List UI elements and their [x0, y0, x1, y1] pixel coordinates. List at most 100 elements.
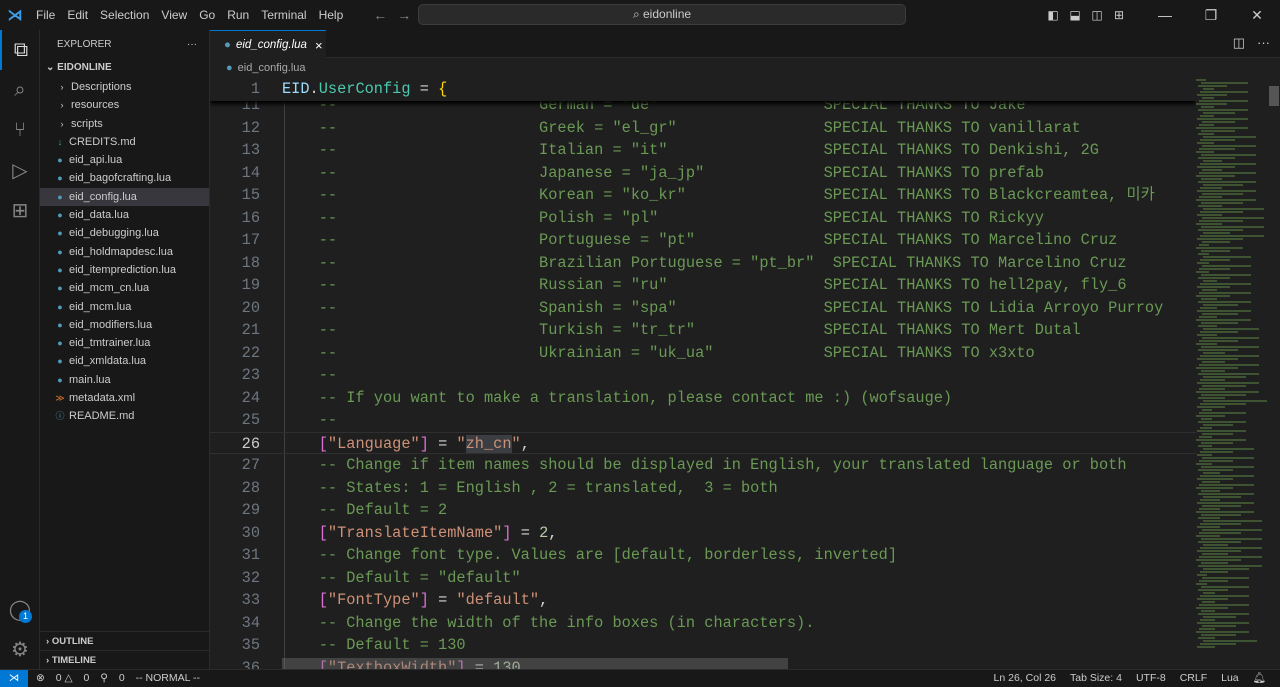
minimap-line	[1201, 154, 1256, 156]
code-line[interactable]: 14 -- Japanese = "ja_jp" SPECIAL THANKS …	[210, 162, 1196, 185]
code-line[interactable]: 30 ["TranslateItemName"] = 2,	[210, 522, 1196, 545]
file-item[interactable]: ↓ CREDITS.md	[40, 133, 209, 151]
vertical-scrollbar[interactable]	[1268, 78, 1280, 669]
line-number: 25	[241, 411, 260, 429]
code-line[interactable]: 32 -- Default = "default"	[210, 567, 1196, 590]
file-item[interactable]: ● eid_modifiers.lua	[40, 316, 209, 334]
search-icon[interactable]: ⌕	[0, 70, 40, 110]
code-line[interactable]: 26 ["Language"] = "zh_cn",	[210, 431, 1196, 454]
code-line[interactable]: 35 -- Default = 130	[210, 634, 1196, 657]
file-item[interactable]: ≫ metadata.xml	[40, 389, 209, 407]
file-item[interactable]: ⓘ README.md	[40, 407, 209, 425]
file-item[interactable]: ● eid_tmtrainer.lua	[40, 334, 209, 352]
code-line[interactable]: 22 -- Ukrainian = "uk_ua" SPECIAL THANKS…	[210, 342, 1196, 365]
horizontal-scrollbar[interactable]	[282, 658, 788, 669]
source-control-icon[interactable]: ⑂	[0, 110, 40, 150]
workspace-folder[interactable]: ⌄ EIDONLINE	[40, 58, 209, 78]
code-line[interactable]: 23 --	[210, 364, 1196, 387]
menu-view[interactable]: View	[161, 8, 187, 22]
code-line[interactable]: 29 -- Default = 2	[210, 499, 1196, 522]
file-item[interactable]: ● eid_bagofcrafting.lua	[40, 169, 209, 187]
menu-run[interactable]: Run	[227, 8, 249, 22]
file-item[interactable]: ● main.lua	[40, 371, 209, 389]
notifications-bell-icon[interactable]: 🔔︎	[1253, 670, 1266, 687]
code-line[interactable]: 21 -- Turkish = "tr_tr" SPECIAL THANKS T…	[210, 319, 1196, 342]
code-line[interactable]: 19 -- Russian = "ru" SPECIAL THANKS TO h…	[210, 274, 1196, 297]
menu-terminal[interactable]: Terminal	[261, 8, 306, 22]
lua-file-icon: ●	[57, 210, 63, 221]
timeline-section[interactable]: › TIMELINE	[40, 650, 209, 669]
tab-size[interactable]: Tab Size: 4	[1070, 670, 1122, 687]
problems-indicator[interactable]: ⊗ 0 △ 0	[36, 672, 89, 684]
tab-eid-config[interactable]: ● eid_config.lua ×	[210, 30, 326, 59]
file-item[interactable]: ● eid_config.lua	[40, 187, 209, 207]
code-line[interactable]: 24 -- If you want to make a translation,…	[210, 387, 1196, 410]
file-item[interactable]: ● eid_holdmapdesc.lua	[40, 243, 209, 261]
settings-gear-icon[interactable]: ⚙	[0, 629, 40, 669]
code-line[interactable]: 25 --	[210, 409, 1196, 432]
toggle-secondary-sidebar-icon[interactable]: ◫	[1086, 8, 1108, 22]
back-arrow-icon[interactable]: ←	[373, 7, 387, 23]
remote-icon[interactable]: ⋊	[0, 670, 28, 687]
code-line[interactable]: 13 -- Italian = "it" SPECIAL THANKS TO D…	[210, 139, 1196, 162]
cursor-position[interactable]: Ln 26, Col 26	[994, 670, 1056, 687]
file-item[interactable]: ● eid_xmldata.lua	[40, 352, 209, 370]
code-editor[interactable]: 1 EID.UserConfig = { 11 -- German = "de" …	[210, 78, 1196, 669]
vim-mode: -- NORMAL --	[135, 672, 200, 684]
code-line[interactable]: 27 -- Change if item names should be dis…	[210, 454, 1196, 477]
menu-file[interactable]: File	[36, 8, 55, 22]
code-line[interactable]: 34 -- Change the width of the info boxes…	[210, 612, 1196, 635]
minimap[interactable]	[1196, 78, 1268, 669]
folder-item[interactable]: › Descriptions	[40, 78, 209, 96]
code-line[interactable]: 33 ["FontType"] = "default",	[210, 589, 1196, 612]
language-mode[interactable]: Lua	[1221, 670, 1239, 687]
toggle-sidebar-icon[interactable]: ◧	[1042, 8, 1064, 22]
run-debug-icon[interactable]: ▷	[0, 150, 40, 190]
code-line[interactable]: 28 -- States: 1 = English , 2 = translat…	[210, 477, 1196, 500]
extensions-icon[interactable]: ⊞	[0, 190, 40, 230]
outline-section[interactable]: › OUTLINE	[40, 631, 209, 650]
minimap-line	[1198, 349, 1238, 351]
menu-edit[interactable]: Edit	[67, 8, 88, 22]
line-ending[interactable]: CRLF	[1180, 670, 1207, 687]
explorer-icon[interactable]: ⧉	[0, 30, 40, 70]
file-item[interactable]: ● eid_itemprediction.lua	[40, 261, 209, 279]
code-line[interactable]: 16 -- Polish = "pl" SPECIAL THANKS TO Ri…	[210, 207, 1196, 230]
more-actions-icon[interactable]: ···	[187, 39, 197, 50]
close-window-button[interactable]: ✕	[1234, 0, 1280, 30]
folder-item[interactable]: › scripts	[40, 115, 209, 133]
folder-item[interactable]: › resources	[40, 96, 209, 114]
code-token: -- Korean = "ko_kr" SPECIAL THANKS TO Bl…	[282, 186, 1155, 204]
code-line[interactable]: 31 -- Change font type. Values are [defa…	[210, 544, 1196, 567]
breadcrumb[interactable]: ● eid_config.lua	[210, 58, 306, 78]
command-center-search[interactable]: ⌕ eidonline	[418, 4, 906, 25]
customize-layout-icon[interactable]: ⊞	[1108, 8, 1130, 22]
sticky-scroll-line[interactable]: 1 EID.UserConfig = {	[210, 78, 1196, 101]
file-item[interactable]: ● eid_debugging.lua	[40, 224, 209, 242]
code-line[interactable]: 12 -- Greek = "el_gr" SPECIAL THANKS TO …	[210, 117, 1196, 140]
minimap-line	[1199, 292, 1251, 294]
account-icon[interactable]: ◯ 1	[0, 589, 40, 629]
forward-arrow-icon[interactable]: →	[397, 7, 411, 23]
file-item[interactable]: ● eid_data.lua	[40, 206, 209, 224]
code-line[interactable]: 18 -- Brazilian Portuguese = "pt_br" SPE…	[210, 252, 1196, 275]
menu-selection[interactable]: Selection	[100, 8, 149, 22]
menu-go[interactable]: Go	[199, 8, 215, 22]
ports-indicator[interactable]: ⚲ 0	[100, 672, 124, 684]
scrollbar-thumb[interactable]	[1269, 86, 1279, 106]
menu-help[interactable]: Help	[319, 8, 344, 22]
file-item[interactable]: ● eid_mcm_cn.lua	[40, 279, 209, 297]
code-line[interactable]: 15 -- Korean = "ko_kr" SPECIAL THANKS TO…	[210, 184, 1196, 207]
encoding[interactable]: UTF-8	[1136, 670, 1166, 687]
split-editor-icon[interactable]: ◫	[1233, 35, 1245, 50]
minimap-line	[1200, 595, 1249, 597]
code-line[interactable]: 20 -- Spanish = "spa" SPECIAL THANKS TO …	[210, 297, 1196, 320]
toggle-panel-icon[interactable]: ⬓	[1064, 8, 1086, 22]
minimize-button[interactable]: —	[1142, 0, 1188, 30]
code-line[interactable]: 17 -- Portuguese = "pt" SPECIAL THANKS T…	[210, 229, 1196, 252]
restore-button[interactable]: ❐	[1188, 0, 1234, 30]
file-item[interactable]: ● eid_mcm.lua	[40, 298, 209, 316]
close-tab-icon[interactable]: ×	[315, 38, 323, 53]
file-item[interactable]: ● eid_api.lua	[40, 151, 209, 169]
more-actions-icon[interactable]: ···	[1257, 35, 1270, 50]
